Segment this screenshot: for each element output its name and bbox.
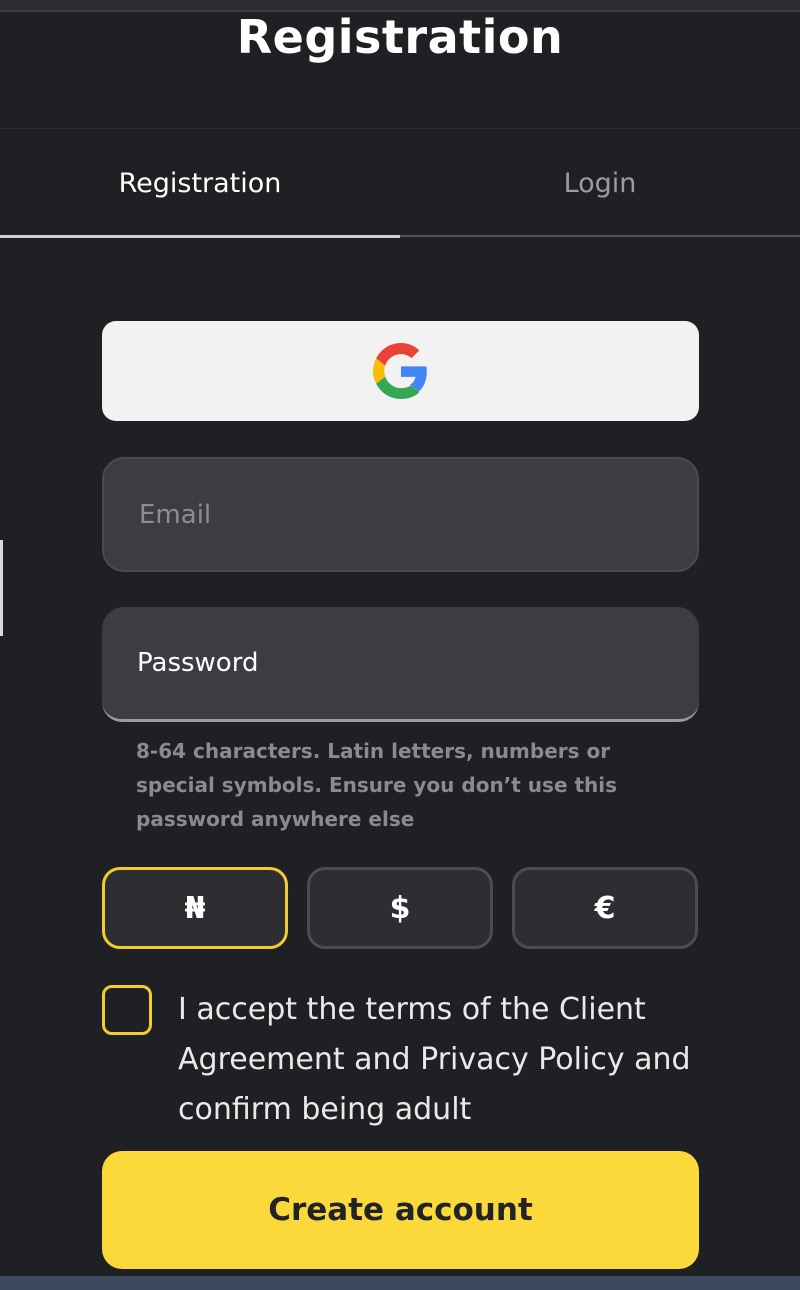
tab-divider xyxy=(400,235,800,237)
password-hint: 8-64 characters. Latin letters, numbers … xyxy=(136,739,618,831)
terms-checkbox[interactable] xyxy=(102,985,152,1035)
tab-bar: Registration Login xyxy=(0,128,800,237)
password-field[interactable] xyxy=(102,607,699,722)
currency-naira-button[interactable]: ₦ xyxy=(102,867,288,949)
tab-login[interactable]: Login xyxy=(400,129,800,237)
google-icon xyxy=(372,343,427,399)
currency-dollar-button[interactable]: $ xyxy=(307,867,493,949)
password-input[interactable] xyxy=(135,647,679,679)
tab-registration[interactable]: Registration xyxy=(0,129,400,237)
terms-label: I accept the terms of the Client Agreeme… xyxy=(178,992,691,1127)
left-edge-marker xyxy=(0,540,3,636)
email-input[interactable] xyxy=(137,498,681,531)
email-field[interactable] xyxy=(102,457,699,572)
active-tab-indicator xyxy=(0,235,400,238)
google-signin-button[interactable] xyxy=(102,321,699,421)
page-title: Registration xyxy=(236,10,564,64)
registration-page: Registration Registration Login 8-64 cha… xyxy=(0,0,800,1290)
bottom-bar xyxy=(0,1276,800,1290)
create-account-button[interactable]: Create account xyxy=(102,1151,699,1269)
currency-euro-button[interactable]: € xyxy=(512,867,698,949)
